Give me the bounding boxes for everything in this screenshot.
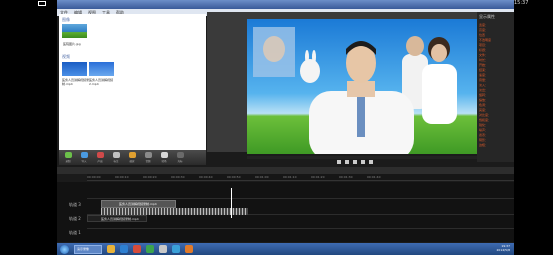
task-label: 转场: [161, 159, 167, 163]
title-bar: [57, 0, 514, 9]
folder-icon[interactable]: [107, 245, 115, 253]
task-toolbar: 录制 导入 产出 标注 缩放 音频 转场 光标: [59, 150, 206, 165]
browser-icon[interactable]: [120, 245, 128, 253]
previous-icon[interactable]: [337, 160, 341, 164]
app-icon[interactable]: [133, 245, 141, 253]
preview-pane: [207, 12, 477, 164]
task-label: 缩放: [129, 159, 135, 163]
properties-list: 宽度： 高度： 位置 不透明度 项目： 标题： 文件： 时长： 开始： 结束： 速度： 音量： 淡入：淡…: [479, 23, 512, 148]
video-thumbnail-1[interactable]: [62, 62, 87, 76]
image-thumbnail-label: 医院图片.jpg: [63, 42, 81, 46]
playback-controls: [337, 160, 373, 164]
task-label: 导入: [81, 159, 87, 163]
track-divider: [87, 198, 514, 199]
capture-clock: 15:37: [514, 0, 529, 6]
audio-waveform-clip[interactable]: [101, 208, 248, 215]
ruler-tick: 00:01:10: [283, 175, 297, 179]
task-label: 录制: [65, 159, 71, 163]
properties-title: 显示属性: [479, 14, 495, 19]
tray-date: 2014/5/8: [496, 248, 510, 252]
video-scene: [253, 27, 457, 154]
capture-logo-icon: [38, 1, 46, 6]
track-label-2: 轨道 2: [69, 216, 81, 221]
play-icon[interactable]: [353, 160, 357, 164]
ruler-tick: 00:01:40: [367, 175, 381, 179]
forward-icon[interactable]: [361, 160, 365, 164]
next-icon[interactable]: [369, 160, 373, 164]
app-icon[interactable]: [146, 245, 154, 253]
video-thumbnail-2-label: 医务人员讲解视频2.mp4: [89, 78, 114, 86]
audio-clip-label: 医务人员讲解视频录制.mp4: [101, 217, 139, 221]
track-label-3: 轨道 3: [69, 202, 81, 207]
task-button[interactable]: 录制: [63, 151, 73, 164]
video-thumbnail-1-label: 医务人员讲解视频录制.mp4: [62, 78, 90, 86]
task-button[interactable]: 音频: [143, 151, 153, 164]
task-icon: [144, 151, 152, 158]
clip-bin: 图像 医院图片.jpg 视频 医务人员讲解视频录制.mp4 医务人员讲解视频2.…: [59, 14, 206, 150]
task-button[interactable]: 导入: [79, 151, 89, 164]
task-icon: [80, 151, 88, 158]
image-thumbnail[interactable]: [62, 24, 87, 38]
video-clip-label: 医务人员讲解视频录制.mp4: [119, 202, 157, 206]
task-button[interactable]: 缩放: [127, 151, 137, 164]
video-thumbnail-2[interactable]: [89, 62, 114, 76]
task-icon: [176, 151, 184, 158]
task-icon: [112, 151, 120, 158]
ruler-tick: 00:00:20: [143, 175, 157, 179]
video-frame: [247, 19, 477, 154]
timeline-ruler[interactable]: 00:00:00 00:00:10 00:00:20 00:00:30 00:00:40…: [87, 174, 514, 181]
ruler-tick: 00:00:50: [227, 175, 241, 179]
task-label: 光标: [177, 159, 183, 163]
task-label: 音频: [145, 159, 151, 163]
timeline-toolbar: [57, 167, 514, 174]
preview-scrubber[interactable]: [247, 156, 477, 159]
app-icon[interactable]: [185, 245, 193, 253]
rewind-icon[interactable]: [345, 160, 349, 164]
ruler-tick: 00:01:30: [339, 175, 353, 179]
app-icon[interactable]: [159, 245, 167, 253]
track-label-1: 轨道 1: [69, 230, 81, 235]
property-row: 边框：: [479, 143, 489, 147]
windows-taskbar: 演示录像 19:37 2014/5/8: [57, 243, 514, 255]
task-label: 标注: [113, 159, 119, 163]
ruler-tick: 00:00:30: [171, 175, 185, 179]
task-button[interactable]: 产出: [95, 151, 105, 164]
task-icon: [96, 151, 104, 158]
ruler-tick: 00:01:00: [255, 175, 269, 179]
task-icon: [128, 151, 136, 158]
ruler-tick: 00:00:00: [87, 175, 101, 179]
task-button[interactable]: 标注: [111, 151, 121, 164]
taskbar-active-app[interactable]: 演示录像: [74, 244, 102, 254]
ruler-tick: 00:00:10: [115, 175, 129, 179]
ruler-tick: 00:00:40: [199, 175, 213, 179]
videos-heading: 视频: [62, 54, 70, 59]
task-label: 产出: [97, 159, 103, 163]
ruler-tick: 00:01:20: [311, 175, 325, 179]
properties-panel: 显示属性 宽度： 高度： 位置 不透明度 项目： 标题： 文件： 时长： 开始： 结束： 速度： 音量…: [477, 12, 514, 162]
playhead[interactable]: [231, 188, 232, 218]
app-icon[interactable]: [172, 245, 180, 253]
timeline-tracks: 轨道 3 轨道 2 轨道 1 医务人员讲解视频录制.mp4 医务人员讲解视频录制…: [57, 182, 514, 242]
images-heading: 图像: [62, 17, 70, 22]
task-button[interactable]: 光标: [175, 151, 185, 164]
track-divider: [87, 228, 514, 229]
task-button[interactable]: 转场: [159, 151, 169, 164]
task-icon: [160, 151, 168, 158]
start-button[interactable]: [60, 244, 69, 254]
task-icon: [64, 151, 72, 158]
camtasia-window: 文件 编辑 视图 工具 帮助 图像 医院图片.jpg 视频 医务人员讲解视频录制…: [57, 0, 514, 255]
tray-clock: 19:37 2014/5/8: [497, 244, 510, 252]
